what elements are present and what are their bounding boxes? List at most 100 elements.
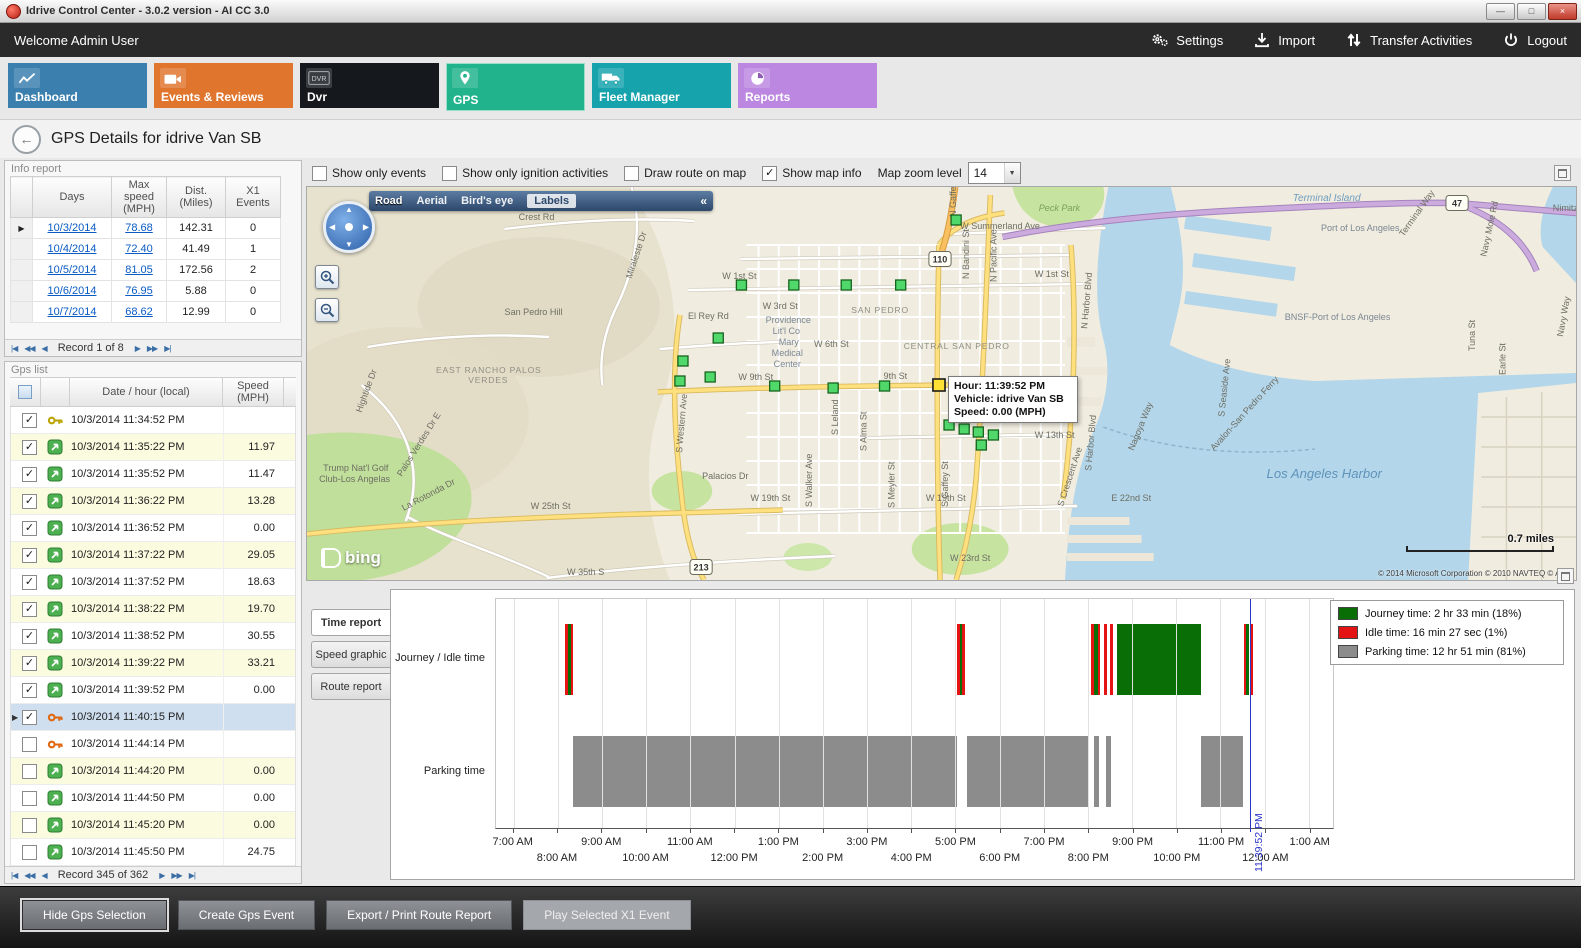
map-panel[interactable]: Crest RdW Summerland AvePeck ParkMirales… — [306, 186, 1577, 581]
gps-point-marker[interactable] — [675, 376, 685, 386]
row-checkbox[interactable]: ✓ — [22, 710, 37, 725]
row-checkbox[interactable]: ✓ — [22, 683, 37, 698]
pager-prev-button[interactable]: ◀◀ — [24, 871, 34, 880]
maximize-button[interactable]: □ — [1517, 3, 1546, 20]
map-option-2[interactable]: Draw route on map — [624, 166, 746, 181]
pager-prev-button[interactable]: ◀◀ — [24, 344, 34, 353]
col-x1-events[interactable]: X1 Events — [226, 177, 281, 218]
row-checkbox[interactable]: ✓ — [22, 521, 37, 536]
tab-dashboard[interactable]: Dashboard — [8, 63, 147, 108]
gps-list-row[interactable]: ✓10/3/2014 11:35:22 PM11.97 — [11, 434, 295, 461]
tab-dvr[interactable]: DVRDvr — [300, 63, 439, 108]
pager-next-button[interactable]: ▶ — [135, 344, 140, 353]
gps-list-row[interactable]: ✓10/3/2014 11:34:52 PM — [11, 407, 295, 434]
map-zoom-select[interactable]: 14 ▼ — [968, 162, 1021, 184]
gps-point-marker[interactable] — [976, 440, 986, 450]
gps-list-row[interactable]: 10/3/2014 11:45:50 PM24.75 — [11, 839, 295, 866]
map-option-0[interactable]: Show only events — [312, 166, 426, 181]
row-checkbox[interactable] — [22, 737, 37, 752]
row-checkbox[interactable] — [22, 818, 37, 833]
tab-fleet-manager[interactable]: Fleet Manager — [592, 63, 731, 108]
pan-south-icon[interactable]: ▼ — [345, 240, 353, 249]
selected-gps-marker[interactable] — [933, 379, 945, 391]
map-labels-toggle[interactable]: Labels — [527, 194, 576, 208]
row-checkbox[interactable]: ✓ — [22, 467, 37, 482]
row-checkbox[interactable]: ✓ — [22, 656, 37, 671]
gps-point-marker[interactable] — [841, 280, 851, 290]
row-checkbox[interactable]: ✓ — [22, 548, 37, 563]
topbar-settings-button[interactable]: Settings — [1151, 32, 1223, 48]
chevron-down-icon[interactable]: ▼ — [1004, 163, 1020, 183]
gps-point-marker[interactable] — [770, 381, 780, 391]
info-report-row[interactable]: 10/5/201481.05172.562 — [11, 260, 281, 281]
info-report-row[interactable]: 10/6/201476.955.880 — [11, 281, 281, 302]
gps-point-marker[interactable] — [678, 356, 688, 366]
pan-west-icon[interactable]: ◀ — [329, 223, 335, 232]
gps-list-row[interactable]: ✓10/3/2014 11:39:22 PM33.21 — [11, 650, 295, 677]
checkbox[interactable]: ✓ — [762, 166, 777, 181]
pager-prev-button[interactable]: ◀ — [42, 871, 47, 880]
gps-list-row[interactable]: 10/3/2014 11:44:14 PM — [11, 731, 295, 758]
day-link[interactable]: 10/5/2014 — [48, 264, 97, 276]
gps-list-row[interactable]: ✓10/3/2014 11:38:22 PM19.70 — [11, 596, 295, 623]
gps-list-row[interactable]: ✓10/3/2014 11:36:22 PM13.28 — [11, 488, 295, 515]
col-days[interactable]: Days — [33, 177, 112, 218]
map-style-birdseye[interactable]: Bird's eye — [461, 195, 513, 207]
tab-time-report[interactable]: Time report — [311, 609, 390, 636]
day-link[interactable]: 10/4/2014 — [48, 243, 97, 255]
max-speed-link[interactable]: 68.62 — [125, 306, 153, 318]
tab-speed-graphic[interactable]: Speed graphic — [311, 641, 390, 668]
gps-point-marker[interactable] — [828, 383, 838, 393]
gps-point-marker[interactable] — [973, 427, 983, 437]
gps-point-marker[interactable] — [713, 333, 723, 343]
day-link[interactable]: 10/6/2014 — [48, 285, 97, 297]
info-report-row[interactable]: ▶10/3/201478.68142.310 — [11, 218, 281, 239]
info-report-row[interactable]: 10/4/201472.4041.491 — [11, 239, 281, 260]
max-speed-link[interactable]: 78.68 — [125, 222, 153, 234]
pan-east-icon[interactable]: ▶ — [363, 223, 369, 232]
select-all-cell[interactable] — [10, 378, 41, 406]
footer-hide-gps-selection-button[interactable]: Hide Gps Selection — [22, 900, 167, 930]
day-link[interactable]: 10/7/2014 — [48, 306, 97, 318]
pan-north-icon[interactable]: ▲ — [345, 205, 353, 214]
zoom-in-button[interactable] — [315, 265, 339, 289]
col-speed[interactable]: Speed (MPH) — [223, 378, 284, 406]
topbar-import-button[interactable]: Import — [1253, 32, 1315, 48]
pager-prev-button[interactable]: |◀ — [11, 871, 17, 880]
pager-prev-button[interactable]: ◀ — [42, 344, 47, 353]
row-checkbox[interactable]: ✓ — [22, 440, 37, 455]
gps-point-marker[interactable] — [789, 280, 799, 290]
checkbox[interactable] — [312, 166, 327, 181]
info-report-row[interactable]: 10/7/201468.6212.990 — [11, 302, 281, 323]
gps-list-row[interactable]: ✓10/3/2014 11:39:52 PM0.00 — [11, 677, 295, 704]
gps-point-marker[interactable] — [736, 280, 746, 290]
col-max-speed[interactable]: Max speed (MPH) — [112, 177, 167, 218]
gps-list-row[interactable]: ✓10/3/2014 11:35:52 PM11.47 — [11, 461, 295, 488]
gps-point-marker[interactable] — [951, 215, 961, 225]
gps-list-row[interactable]: 10/3/2014 11:44:20 PM0.00 — [11, 758, 295, 785]
gps-list-row[interactable]: ✓10/3/2014 11:37:22 PM29.05 — [11, 542, 295, 569]
max-speed-link[interactable]: 72.40 — [125, 243, 153, 255]
row-checkbox[interactable]: ✓ — [22, 575, 37, 590]
topbar-transfer-button[interactable]: Transfer Activities — [1345, 32, 1472, 48]
pager-next-button[interactable]: ▶| — [189, 871, 195, 880]
gps-list-row[interactable]: ✓10/3/2014 11:37:52 PM18.63 — [11, 569, 295, 596]
tab-events-reviews[interactable]: Events & Reviews — [154, 63, 293, 108]
pager-prev-button[interactable]: |◀ — [11, 344, 17, 353]
gps-list-row[interactable]: ✓10/3/2014 11:36:52 PM0.00 — [11, 515, 295, 542]
footer-play-selected-x1-event-button[interactable]: Play Selected X1 Event — [523, 900, 690, 930]
row-checkbox[interactable] — [22, 764, 37, 779]
gps-list-row[interactable]: 10/3/2014 11:44:50 PM0.00 — [11, 785, 295, 812]
gps-list-row[interactable]: ✓10/3/2014 11:38:52 PM30.55 — [11, 623, 295, 650]
row-checkbox[interactable] — [22, 845, 37, 860]
bing-map[interactable]: Crest RdW Summerland AvePeck ParkMirales… — [307, 187, 1576, 580]
gps-list-row[interactable]: ▶✓10/3/2014 11:40:15 PM — [11, 704, 295, 731]
footer-export-print-route-report-button[interactable]: Export / Print Route Report — [326, 900, 512, 930]
row-checkbox[interactable]: ✓ — [22, 629, 37, 644]
tab-route-report[interactable]: Route report — [311, 673, 390, 700]
map-panel-expand-button[interactable] — [1554, 165, 1571, 181]
map-style-aerial[interactable]: Aerial — [417, 195, 448, 207]
select-all-checkbox[interactable] — [18, 385, 32, 399]
max-speed-link[interactable]: 76.95 — [125, 285, 153, 297]
minimize-button[interactable]: — — [1486, 3, 1515, 20]
